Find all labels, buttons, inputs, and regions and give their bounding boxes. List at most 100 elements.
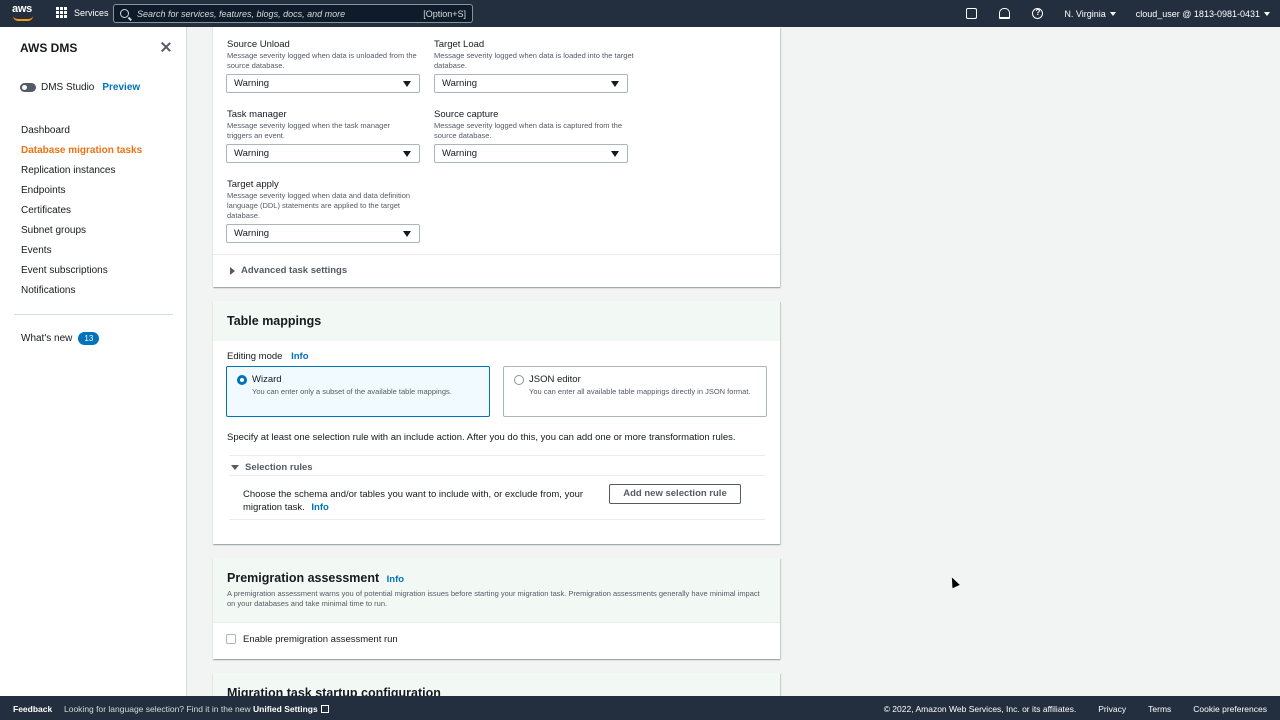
premigration-info-link[interactable]: Info xyxy=(387,574,404,585)
copyright-text: © 2022, Amazon Web Services, Inc. or its… xyxy=(883,704,1077,714)
studio-label: DMS Studio xyxy=(41,82,95,93)
target-load-select[interactable]: Warning xyxy=(434,74,628,93)
toggle-icon[interactable] xyxy=(20,83,36,92)
table-mappings-header: Table mappings xyxy=(213,301,780,341)
source-unload-label: Source Unload xyxy=(227,39,290,50)
json-editor-radio[interactable] xyxy=(514,375,524,385)
preview-link[interactable]: Preview xyxy=(102,82,140,93)
footer: Feedback Looking for language selection?… xyxy=(0,696,1280,720)
json-editor-option[interactable]: JSON editor You can enter all available … xyxy=(503,366,767,417)
json-editor-desc: You can enter all available table mappin… xyxy=(529,387,751,396)
source-capture-select[interactable]: Warning xyxy=(434,144,628,163)
editing-mode-info-link[interactable]: Info xyxy=(291,351,308,362)
caret-down-icon xyxy=(1264,11,1270,16)
source-capture-label: Source capture xyxy=(434,109,499,120)
services-label: Services xyxy=(74,7,109,18)
wizard-option[interactable]: Wizard You can enter only a subset of th… xyxy=(226,366,490,417)
source-capture-desc: Message severity logged when data is cap… xyxy=(434,121,623,140)
external-link-icon xyxy=(320,705,329,713)
search-shortcut: [Option+S] xyxy=(423,8,466,19)
language-notice-text: Looking for language selection? Find it … xyxy=(64,704,251,714)
wizard-desc: You can enter only a subset of the avail… xyxy=(252,387,452,396)
caret-right-icon xyxy=(230,266,235,275)
sidebar-item-whats-new[interactable]: What's new 13 xyxy=(21,332,100,345)
sidebar-item-dashboard[interactable]: Dashboard xyxy=(21,125,142,145)
account-label: cloud_user @ 1813-0981-0431 xyxy=(1135,8,1260,19)
premigration-desc: A premigration assessment warns you of p… xyxy=(227,589,760,608)
terms-link[interactable]: Terms xyxy=(1148,704,1171,714)
table-mappings-title: Table mappings xyxy=(227,314,322,328)
premigration-header: Premigration assessment Info A premigrat… xyxy=(213,558,780,622)
selection-rules-expander[interactable]: Selection rules xyxy=(231,462,313,473)
enable-premigration-checkbox[interactable] xyxy=(226,634,236,644)
sidebar-item-certificates[interactable]: Certificates xyxy=(21,205,142,225)
sidebar-item-notifications[interactable]: Notifications xyxy=(21,285,142,305)
sidebar-item-database-migration-tasks[interactable]: Database migration tasks xyxy=(21,145,142,165)
add-new-selection-rule-button[interactable]: Add new selection rule xyxy=(609,484,741,504)
sidebar-item-endpoints[interactable]: Endpoints xyxy=(21,185,142,205)
task-manager-select[interactable]: Warning xyxy=(226,144,420,163)
search-input[interactable]: Search for services, features, blogs, do… xyxy=(113,4,473,23)
enable-premigration-label[interactable]: Enable premigration assessment run xyxy=(243,634,398,645)
account-menu[interactable]: cloud_user @ 1813-0981-0431 xyxy=(1136,9,1270,19)
selection-rules-info-link[interactable]: Info xyxy=(311,502,328,513)
target-apply-select[interactable]: Warning xyxy=(226,224,420,243)
region-selector[interactable]: N. Virginia xyxy=(1064,8,1116,19)
feedback-link[interactable]: Feedback xyxy=(13,704,52,714)
sidebar-item-subnet-groups[interactable]: Subnet groups xyxy=(21,225,142,245)
target-load-label: Target Load xyxy=(434,39,485,50)
sidebar-item-events[interactable]: Events xyxy=(21,245,142,265)
whats-new-badge: 13 xyxy=(78,332,100,345)
advanced-task-settings-label: Advanced task settings xyxy=(241,265,348,276)
sidebar-item-event-subscriptions[interactable]: Event subscriptions xyxy=(21,265,142,285)
aws-logo[interactable]: aws xyxy=(12,4,34,22)
sidebar-divider xyxy=(14,314,173,315)
search-icon xyxy=(120,9,129,18)
premigration-title: Premigration assessment xyxy=(227,571,380,585)
selection-rules-label: Selection rules xyxy=(245,462,313,473)
caret-down-icon xyxy=(1109,11,1116,16)
sidebar: AWS DMS DMS Studio Preview Dashboard Dat… xyxy=(0,27,187,696)
divider xyxy=(213,622,780,623)
search-placeholder: Search for services, features, blogs, do… xyxy=(137,8,346,19)
task-manager-label: Task manager xyxy=(227,109,287,120)
sidebar-title: AWS DMS xyxy=(20,41,78,55)
premigration-assessment-panel: Premigration assessment Info A premigrat… xyxy=(213,558,780,659)
source-unload-desc: Message severity logged when data is unl… xyxy=(227,51,417,70)
top-navigation: aws Services Search for services, featur… xyxy=(0,0,1280,27)
target-load-desc: Message severity logged when data is loa… xyxy=(434,51,634,70)
task-manager-desc: Message severity logged when the task ma… xyxy=(227,121,391,140)
selection-rules-desc-text: Choose the schema and/or tables you want… xyxy=(243,489,584,513)
wizard-radio[interactable] xyxy=(237,375,247,385)
editing-mode-text: Editing mode xyxy=(227,351,283,362)
selection-rule-hint: Specify at least one selection rule with… xyxy=(227,432,736,443)
whats-new-label: What's new xyxy=(21,333,73,344)
wizard-label: Wizard xyxy=(252,374,282,385)
divider xyxy=(229,455,765,456)
advanced-task-settings-expander[interactable]: Advanced task settings xyxy=(230,265,347,276)
cloudshell-icon[interactable] xyxy=(966,8,978,19)
help-icon[interactable]: ? xyxy=(1032,8,1044,19)
unified-settings-link[interactable]: Unified Settings xyxy=(253,704,318,714)
aws-smile-icon xyxy=(13,16,33,21)
cookie-preferences-link[interactable]: Cookie preferences xyxy=(1193,704,1267,714)
mouse-cursor-icon xyxy=(948,575,960,589)
divider xyxy=(229,519,765,520)
target-apply-label: Target apply xyxy=(227,179,279,190)
editing-mode-label: Editing mode Info xyxy=(227,351,309,362)
aws-logo-text: aws xyxy=(12,3,32,15)
notifications-bell-icon[interactable] xyxy=(999,8,1011,19)
dms-studio-toggle[interactable]: DMS Studio Preview xyxy=(20,82,140,93)
sidebar-nav: Dashboard Database migration tasks Repli… xyxy=(21,125,142,305)
caret-down-icon xyxy=(231,465,239,470)
table-mappings-panel: Table mappings Editing mode Info Wizard … xyxy=(213,301,780,544)
divider xyxy=(213,254,780,255)
sidebar-item-replication-instances[interactable]: Replication instances xyxy=(21,165,142,185)
premigration-title-row: Premigration assessment Info xyxy=(227,571,404,585)
services-menu-button[interactable]: Services xyxy=(56,7,109,18)
close-icon[interactable] xyxy=(160,41,172,53)
source-unload-select[interactable]: Warning xyxy=(226,74,420,93)
privacy-link[interactable]: Privacy xyxy=(1098,704,1126,714)
region-label: N. Virginia xyxy=(1064,8,1106,19)
divider xyxy=(229,475,765,476)
